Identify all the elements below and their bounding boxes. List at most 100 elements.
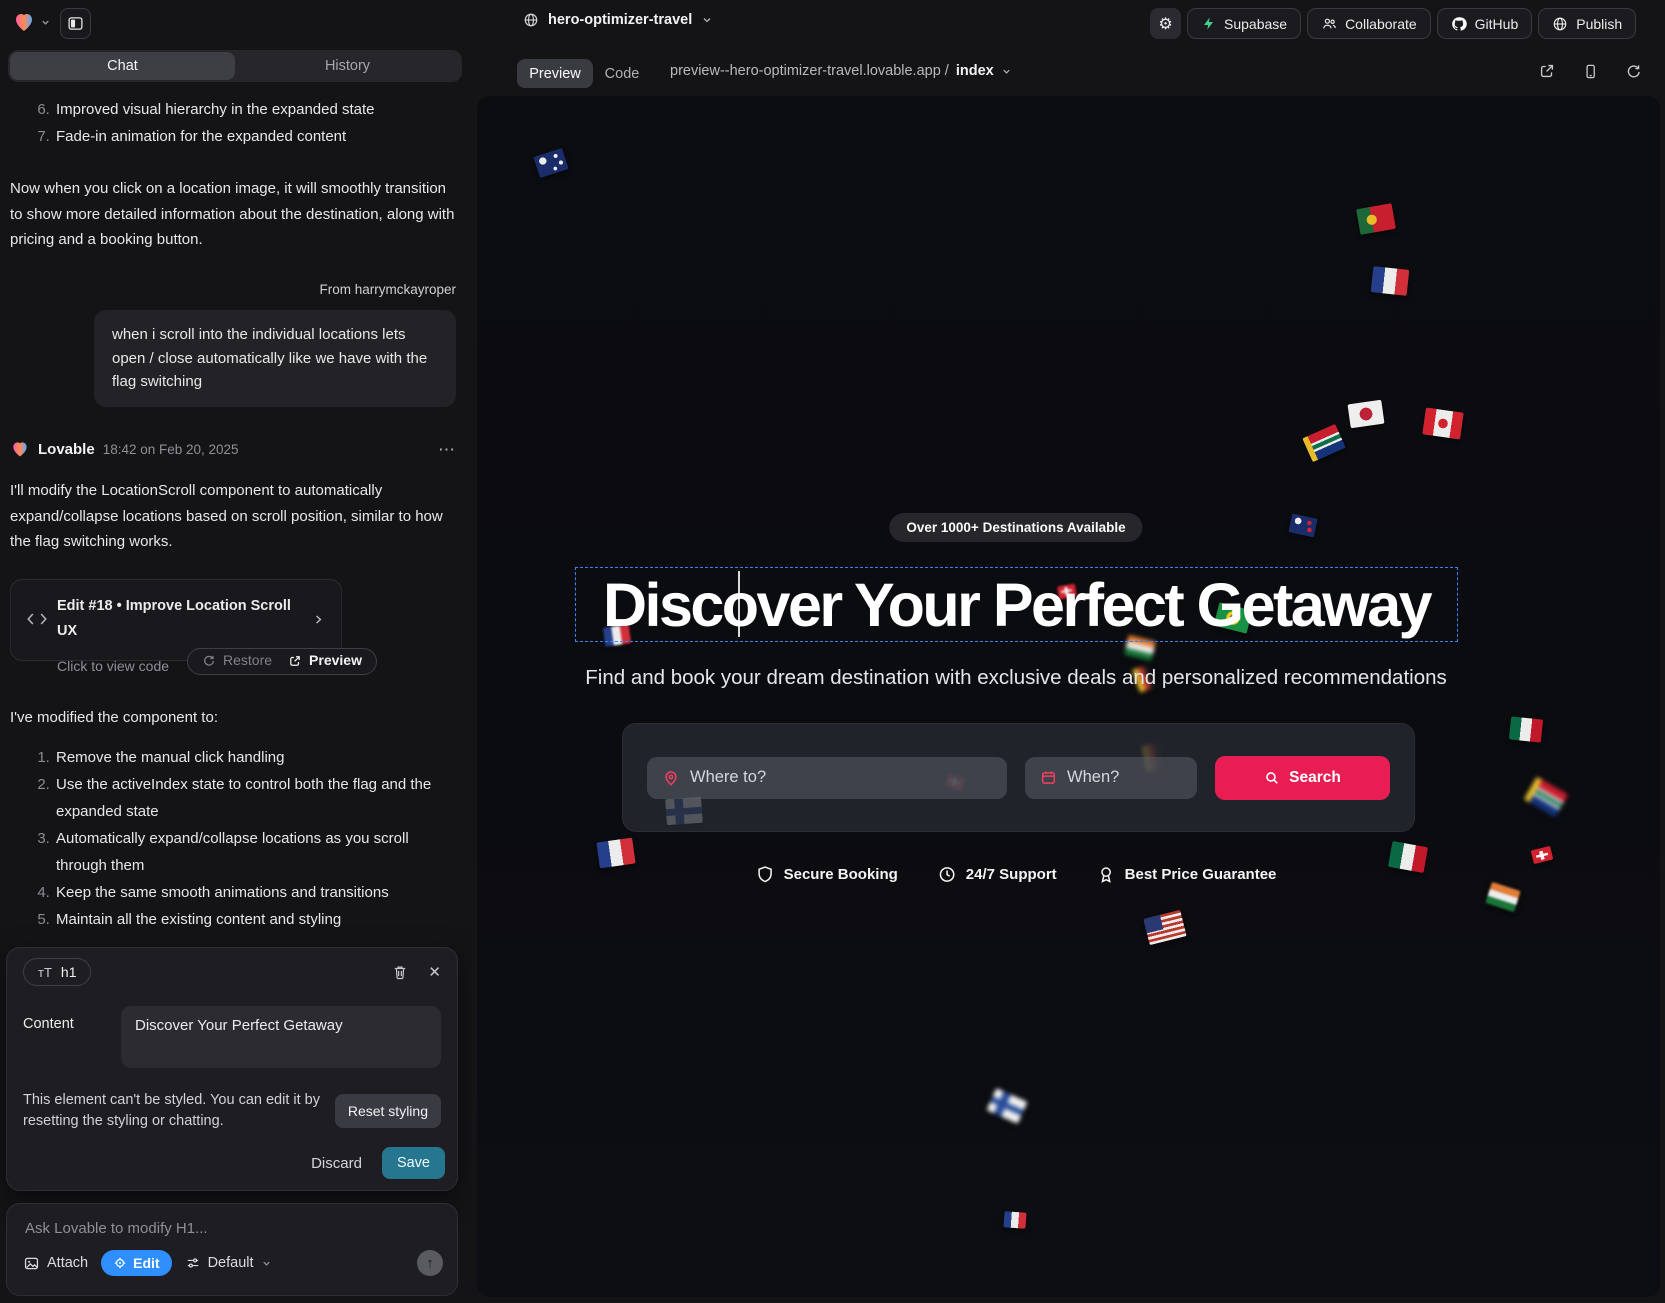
list-item: Use the activeIndex state to control bot… (54, 771, 456, 825)
destination-field[interactable] (647, 757, 1007, 799)
assistant-paragraph: Now when you click on a location image, … (10, 176, 456, 253)
date-field[interactable] (1025, 757, 1197, 799)
flag-south-africa-icon (1302, 424, 1345, 462)
search-button[interactable]: Search (1215, 756, 1390, 800)
lovable-heart-icon (12, 10, 36, 34)
topbar-actions: ⚙ Supabase Collaborate GitHub Publish (1150, 8, 1636, 39)
attach-button[interactable]: Attach (23, 1255, 88, 1272)
search-panel: Search (622, 723, 1415, 832)
code-icon (27, 612, 47, 626)
close-icon[interactable]: ✕ (428, 963, 441, 981)
send-button[interactable]: ↑ (417, 1250, 443, 1276)
user-attribution-label: From harrymckayroper (10, 277, 456, 303)
flags-layer (477, 96, 1660, 1297)
chevron-down-icon (1001, 66, 1012, 77)
edit-mode-button[interactable]: Edit (101, 1250, 171, 1276)
sidebar-toggle-button[interactable] (60, 8, 91, 39)
destination-input[interactable] (690, 768, 992, 787)
restore-button[interactable]: Restore (202, 648, 272, 674)
chat-messages: Improved visual hierarchy in the expande… (0, 88, 472, 948)
lovable-logo-menu[interactable] (12, 10, 51, 34)
globe-icon (523, 12, 539, 28)
preview-version-button[interactable]: Preview (288, 648, 362, 674)
flag-india-icon (1485, 882, 1520, 912)
map-pin-icon (662, 769, 680, 787)
destinations-badge: Over 1000+ Destinations Available (889, 513, 1142, 542)
reset-styling-button[interactable]: Reset styling (335, 1094, 441, 1128)
tab-code[interactable]: Code (597, 59, 647, 88)
collaborate-button[interactable]: Collaborate (1307, 8, 1431, 39)
sidebar-tabbar: Chat History (8, 50, 462, 82)
message-timestamp: 18:42 on Feb 20, 2025 (103, 437, 239, 463)
list-item: Improved visual hierarchy in the expande… (54, 96, 456, 123)
award-icon (1097, 865, 1116, 884)
supabase-icon (1201, 16, 1216, 31)
flag-usa-icon (1143, 910, 1186, 945)
composer-input[interactable] (25, 1220, 425, 1237)
project-selector[interactable]: hero-optimizer-travel (523, 12, 713, 28)
chat-mode-selector[interactable]: Default (185, 1255, 272, 1271)
flag-japan-icon (1347, 400, 1384, 428)
flag-switzerland-icon (1531, 846, 1554, 864)
refresh-icon[interactable] (1625, 63, 1642, 80)
assistant-message-header: Lovable 18:42 on Feb 20, 2025 ⋯ (10, 437, 456, 463)
preview-url: preview--hero-optimizer-travel.lovable.a… (670, 63, 949, 79)
chevron-down-icon (701, 14, 713, 26)
chevron-down-icon (40, 17, 51, 28)
typography-icon: тT (38, 965, 52, 980)
project-name: hero-optimizer-travel (548, 12, 692, 28)
supabase-button[interactable]: Supabase (1187, 8, 1301, 39)
save-button[interactable]: Save (382, 1147, 445, 1179)
list-item: Automatically expand/collapse locations … (54, 825, 456, 879)
assistant-paragraph: I'll modify the LocationScroll component… (10, 478, 456, 555)
arrow-up-icon: ↑ (426, 1255, 434, 1272)
flag-australia-icon (533, 148, 568, 178)
message-menu-icon[interactable]: ⋯ (438, 437, 456, 463)
mobile-view-icon[interactable] (1582, 63, 1599, 80)
discard-button[interactable]: Discard (311, 1155, 362, 1172)
topbar: hero-optimizer-travel ⚙ Supabase Collabo… (0, 0, 1665, 46)
content-field[interactable]: Discover Your Perfect Getaway (121, 1006, 441, 1068)
target-icon (113, 1256, 127, 1270)
list-item: Keep the same smooth animations and tran… (54, 879, 456, 906)
calendar-icon (1040, 769, 1057, 786)
publish-button[interactable]: Publish (1538, 8, 1636, 39)
selected-element-outline[interactable]: Discover Your Perfect Getaway (575, 567, 1458, 642)
collaborate-icon (1321, 16, 1337, 32)
assistant-paragraph: I've modified the component to: (10, 705, 456, 731)
list-item: Remove the manual click handling (54, 744, 456, 771)
list-item: Fade-in animation for the expanded conte… (54, 123, 456, 150)
chat-composer: Attach Edit Default ↑ (6, 1203, 458, 1296)
tab-chat[interactable]: Chat (10, 52, 235, 80)
github-button[interactable]: GitHub (1437, 8, 1533, 39)
settings-button[interactable]: ⚙ (1150, 8, 1181, 39)
version-actions-pill: Restore Preview (187, 648, 377, 675)
tab-history[interactable]: History (235, 52, 460, 80)
flag-new-zealand-icon (1288, 514, 1317, 538)
external-link-icon (288, 654, 302, 668)
previous-steps-list: Improved visual hierarchy in the expande… (10, 96, 456, 150)
text-caret (738, 571, 740, 637)
modification-steps-list: Remove the manual click handling Use the… (10, 744, 456, 933)
tab-preview[interactable]: Preview (517, 59, 593, 88)
trash-icon[interactable] (392, 964, 408, 981)
feature-support: 24/7 Support (938, 865, 1057, 884)
feature-price-guarantee: Best Price Guarantee (1097, 865, 1277, 884)
preview-url-bar[interactable]: preview--hero-optimizer-travel.lovable.a… (670, 46, 1012, 96)
flag-france-icon (596, 838, 635, 869)
list-item: Maintain all the existing content and st… (54, 906, 456, 933)
website-preview: Over 1000+ Destinations Available Discov… (477, 96, 1660, 1297)
user-message-bubble: when i scroll into the individual locati… (94, 310, 456, 407)
sliders-icon (185, 1255, 201, 1271)
date-input[interactable] (1067, 768, 1182, 787)
preview-pane: Preview Code preview--hero-optimizer-tra… (472, 46, 1665, 1303)
lovable-heart-icon (10, 439, 30, 459)
feature-badges: Secure Booking 24/7 Support Best Price G… (756, 865, 1277, 884)
edit-card-title: Edit #18 • Improve Location Scroll UX (57, 594, 302, 645)
flag-finland-icon (987, 1088, 1028, 1124)
element-tag-pill[interactable]: тT h1 (23, 958, 91, 986)
open-in-new-tab-icon[interactable] (1538, 62, 1556, 80)
content-field-label: Content (23, 1006, 121, 1068)
flag-canada-icon (1422, 407, 1463, 439)
flag-south-africa-icon (1524, 777, 1568, 818)
